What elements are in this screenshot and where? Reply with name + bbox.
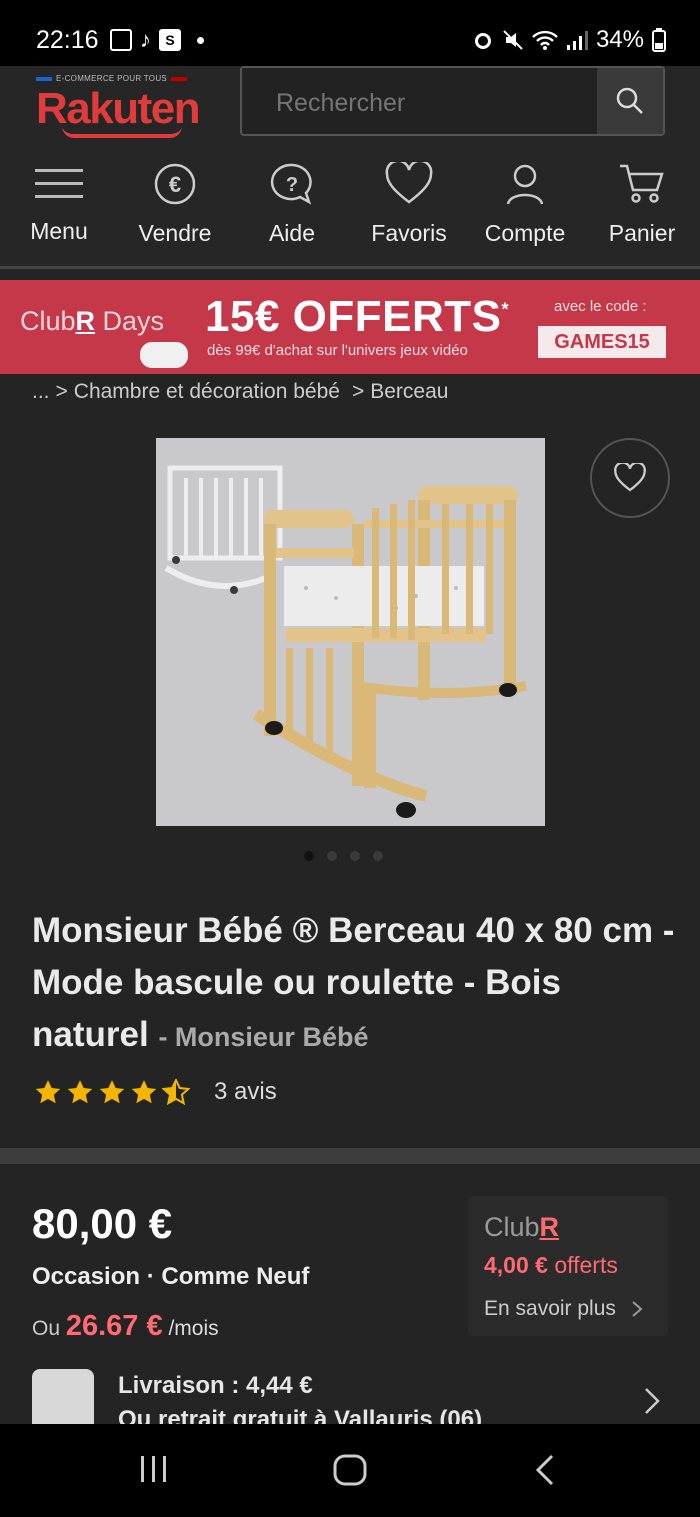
clubr-days-label: ClubR Days <box>20 306 165 336</box>
product-image[interactable] <box>156 438 545 826</box>
cart-icon <box>620 164 664 203</box>
product-price: 80,00 € <box>32 1200 173 1247</box>
nav-compte-label: Compte <box>484 220 566 246</box>
breadcrumb-berceau[interactable]: Berceau <box>370 380 448 404</box>
promo-headline: 15€ OFFERTS* <box>205 292 509 341</box>
promo-code-label: avec le code : <box>554 298 647 315</box>
delivery-price: Livraison : 4,44 € <box>118 1372 313 1399</box>
user-icon <box>506 164 544 205</box>
product-title-block: Monsieur Bébé ® Berceau 40 x 80 cm - Mod… <box>32 905 682 1063</box>
product-rating[interactable]: 3 avis <box>34 1078 277 1106</box>
promo-subline: dès 99€ d'achat sur l'univers jeux vidéo <box>207 342 468 359</box>
site-header: E-COMMERCE POUR TOUS Rakuten Menu € Vend… <box>0 66 700 270</box>
nav-vendre[interactable]: € Vendre <box>120 158 230 247</box>
header-nav: Menu € Vendre ? Aide Favoris Compte Pani… <box>0 158 700 258</box>
clubr-amount: 4,00 € offerts <box>484 1252 618 1278</box>
status-notification-icons: ♪ S <box>110 27 204 53</box>
breadcrumb-ellipsis[interactable]: ... <box>32 380 50 404</box>
breadcrumb: ... > Chambre et décoration bébé > Berce… <box>32 380 448 404</box>
star-icon <box>67 1080 93 1104</box>
clubr-reward-box[interactable]: ClubR 4,00 € offerts En savoir plus <box>468 1196 668 1336</box>
section-divider <box>0 1148 700 1164</box>
nav-panier-label: Panier <box>608 220 676 246</box>
search-input[interactable] <box>276 89 576 118</box>
gamepad-icon <box>140 342 188 368</box>
nav-aide[interactable]: ? Aide <box>237 158 347 247</box>
promo-code: GAMES15 <box>538 326 666 358</box>
star-icon <box>35 1080 61 1104</box>
breadcrumb-separator: > <box>351 380 365 403</box>
nav-menu[interactable]: Menu <box>4 158 114 245</box>
alarm-icon <box>474 33 491 49</box>
search-icon <box>616 87 643 114</box>
breadcrumb-chambre[interactable]: Chambre et décoration bébé <box>74 380 340 404</box>
tiktok-icon: ♪ <box>140 27 151 52</box>
star-icon <box>99 1080 125 1104</box>
mute-icon <box>503 30 523 50</box>
favorite-button[interactable] <box>590 438 670 518</box>
status-time: 22:16 <box>36 26 99 54</box>
gallery-icon <box>110 29 132 51</box>
half-star-icon <box>162 1079 190 1105</box>
status-bar: 22:16 ♪ S 34% <box>0 0 700 66</box>
clubr-logo: ClubR <box>484 1212 560 1242</box>
product-brand-link[interactable]: - Monsieur Bébé <box>158 1022 368 1052</box>
recents-icon[interactable] <box>138 1454 170 1484</box>
chevron-right-icon <box>632 1301 643 1318</box>
back-icon[interactable] <box>534 1454 558 1486</box>
svg-text:?: ? <box>286 174 298 196</box>
heart-icon <box>614 463 646 492</box>
heart-icon <box>385 162 433 204</box>
cradle-illustration <box>164 465 527 818</box>
monthly-payment[interactable]: Ou 26.67 € /mois <box>32 1310 219 1343</box>
chevron-right-icon <box>645 1388 660 1414</box>
promo-banner[interactable]: ClubR Days 15€ OFFERTS* dès 99€ d'achat … <box>0 280 700 374</box>
logo-swoosh <box>62 126 182 138</box>
carousel-dot[interactable] <box>373 851 383 861</box>
star-icon <box>131 1080 157 1104</box>
carousel-dot[interactable] <box>304 851 314 861</box>
truck-icon <box>32 1369 94 1424</box>
monthly-amount: 26.67 € <box>65 1310 163 1342</box>
review-count[interactable]: 3 avis <box>214 1078 277 1106</box>
delivery-row[interactable]: Livraison : 4,44 € Ou retrait gratuit à … <box>0 1364 700 1424</box>
battery-icon <box>652 28 666 52</box>
nav-compte[interactable]: Compte <box>470 158 580 247</box>
nav-favoris-label: Favoris <box>371 220 447 246</box>
breadcrumb-separator: > <box>55 380 68 403</box>
signal-icon <box>566 31 588 50</box>
carousel-dot[interactable] <box>350 851 360 861</box>
product-condition: Occasion · Comme Neuf <box>32 1263 310 1290</box>
nav-aide-label: Aide <box>268 220 316 246</box>
nav-panier[interactable]: Panier <box>587 158 697 247</box>
android-nav-bar <box>0 1424 700 1517</box>
s-app-icon: S <box>159 29 181 51</box>
euro-coin-icon: € <box>154 163 196 205</box>
nav-vendre-label: Vendre <box>138 220 212 246</box>
nav-menu-label: Menu <box>30 218 88 244</box>
nav-favoris[interactable]: Favoris <box>354 158 464 247</box>
header-divider <box>0 266 700 269</box>
search-button[interactable] <box>597 68 663 134</box>
help-bubble-icon: ? <box>270 163 312 205</box>
wifi-icon <box>532 30 558 50</box>
status-system-icons: 34% <box>472 26 666 54</box>
dot-icon <box>197 36 204 44</box>
search-bar <box>240 66 665 136</box>
carousel-dot[interactable] <box>327 851 337 861</box>
logo-tagline: E-COMMERCE POUR TOUS <box>36 74 188 83</box>
svg-text:€: € <box>169 172 181 197</box>
clubr-learn-more-link[interactable]: En savoir plus <box>484 1297 644 1321</box>
home-icon[interactable] <box>333 1454 367 1486</box>
hamburger-icon <box>35 169 83 198</box>
delivery-pickup: Ou retrait gratuit à Vallauris (06) <box>118 1406 483 1424</box>
battery-percent: 34% <box>595 26 644 53</box>
carousel-indicator <box>304 851 383 861</box>
rakuten-logo[interactable]: E-COMMERCE POUR TOUS Rakuten <box>36 74 206 144</box>
